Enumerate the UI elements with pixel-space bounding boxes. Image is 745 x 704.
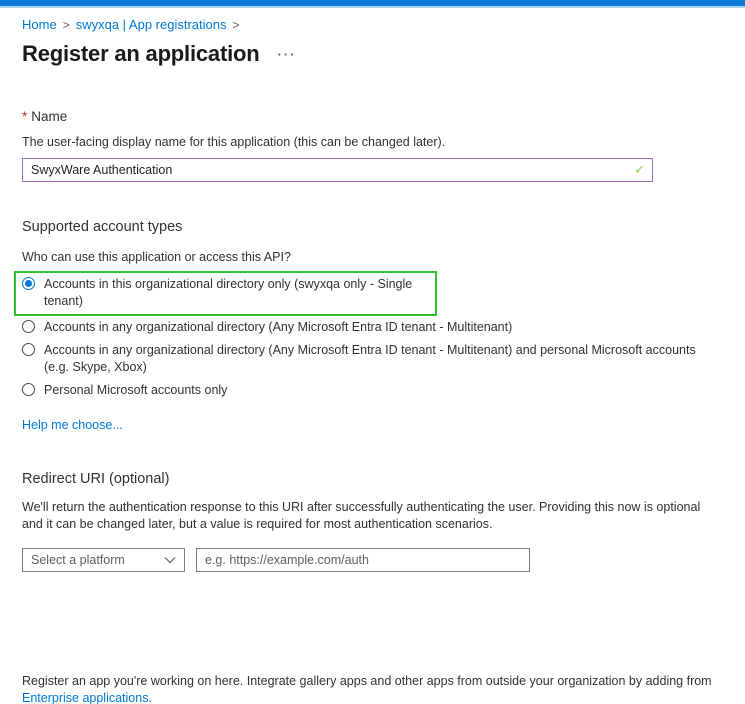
redirect-uri-description: We'll return the authentication response… [22,499,723,533]
chevron-down-icon [164,556,176,564]
breadcrumb-separator: > [233,18,240,32]
radio-label: Accounts in any organizational directory… [44,319,512,336]
help-me-choose-link[interactable]: Help me choose... [22,418,123,432]
radio-button[interactable] [22,343,35,356]
account-type-option-multitenant[interactable]: Accounts in any organizational directory… [22,316,723,339]
name-field-label: * Name [22,109,723,124]
footer-info-static: Register an app you're working on here. … [22,674,712,688]
platform-select-value: Select a platform [31,553,125,567]
redirect-uri-controls: Select a platform [22,548,723,572]
breadcrumb-separator: > [63,18,70,32]
name-input[interactable] [22,158,653,182]
redirect-uri-heading: Redirect URI (optional) [22,471,723,487]
platform-select-dropdown[interactable]: Select a platform [22,548,185,572]
breadcrumb: Home > swyxqa | App registrations > [22,17,723,32]
more-options-icon[interactable]: ··· [277,47,296,62]
title-row: Register an application ··· [22,41,723,67]
footer-info-text: Register an app you're working on here. … [22,673,723,704]
page-title: Register an application [22,41,259,67]
radio-label: Personal Microsoft accounts only [44,382,227,399]
radio-button[interactable] [22,320,35,333]
required-asterisk: * [22,109,27,124]
name-field-description: The user-facing display name for this ap… [22,135,723,149]
top-accent-bar-shadow [0,6,745,8]
radio-button-selected[interactable] [22,277,35,290]
enterprise-applications-link[interactable]: Enterprise applications. [22,691,152,704]
supported-account-types-heading: Supported account types [22,219,723,235]
validation-checkmark-icon: ✓ [634,162,645,178]
radio-button[interactable] [22,383,35,396]
account-types-question: Who can use this application or access t… [22,250,723,264]
blade-content: Home > swyxqa | App registrations > Registe… [0,17,745,704]
name-label-text: Name [31,109,67,124]
radio-label: Accounts in this organizational director… [44,276,429,310]
account-type-option-multitenant-personal[interactable]: Accounts in any organizational directory… [22,339,723,379]
breadcrumb-app-registrations-link[interactable]: swyxqa | App registrations [76,17,227,32]
account-type-option-personal-only[interactable]: Personal Microsoft accounts only [22,379,723,402]
account-types-radio-group: Accounts in this organizational director… [22,271,723,402]
redirect-uri-input[interactable] [196,548,530,572]
account-type-option-single-tenant[interactable]: Accounts in this organizational director… [22,274,429,312]
radio-label: Accounts in any organizational directory… [44,342,704,376]
name-input-wrap: ✓ [22,158,653,182]
annotation-highlight-box: Accounts in this organizational director… [14,271,437,316]
breadcrumb-home-link[interactable]: Home [22,17,57,32]
